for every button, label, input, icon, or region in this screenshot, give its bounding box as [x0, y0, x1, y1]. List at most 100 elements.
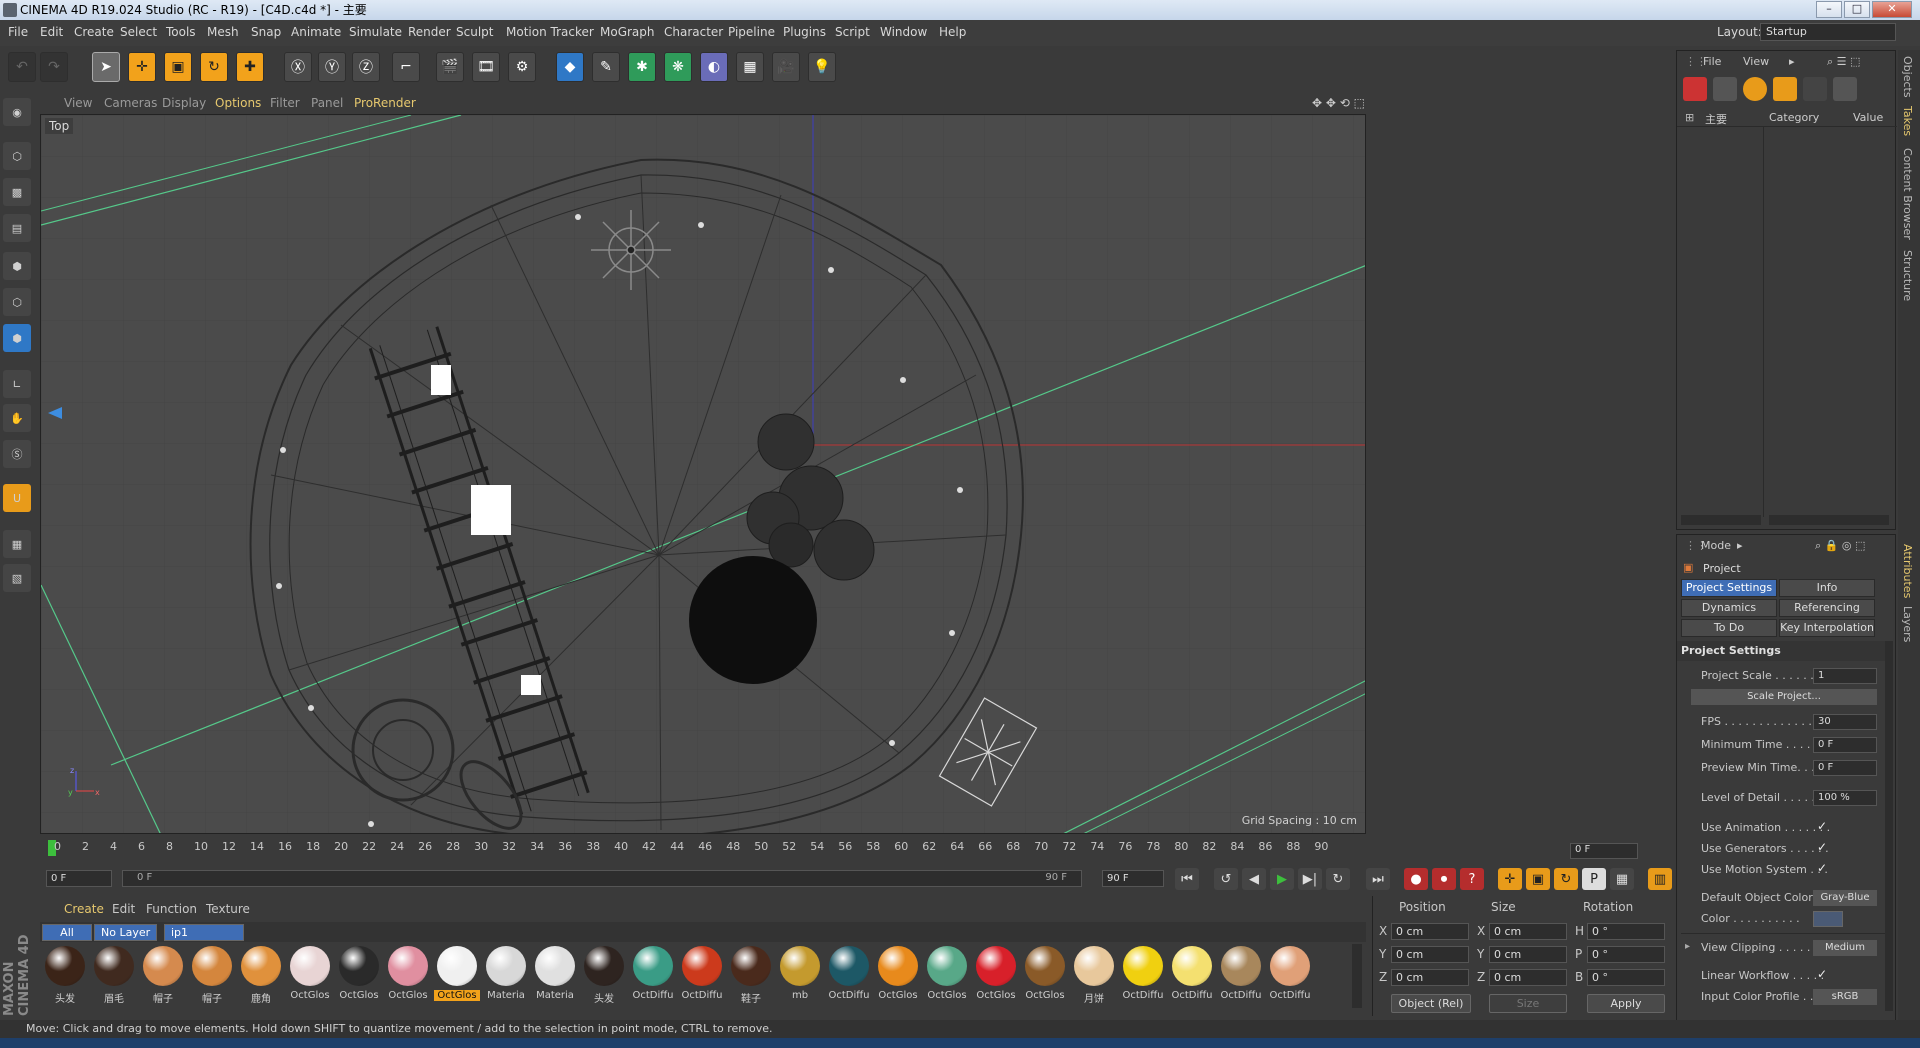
project-scale-field[interactable]: 1 — [1813, 668, 1877, 684]
next-key-icon[interactable]: ↻ — [1326, 868, 1350, 890]
takes-scroll-left[interactable] — [1681, 515, 1761, 525]
pos-z-field[interactable]: 0 cm — [1391, 969, 1469, 986]
go-to-start-icon[interactable]: ⏮ — [1175, 868, 1199, 890]
material-item[interactable]: OctDiffu — [679, 944, 725, 1006]
menu-render[interactable]: Render — [408, 25, 451, 39]
attr-scrollbar[interactable] — [1885, 641, 1893, 1011]
vp-menu-options[interactable]: Options — [215, 96, 261, 110]
material-item[interactable]: 眉毛 — [91, 944, 137, 1006]
take-new-icon[interactable] — [1683, 77, 1707, 101]
tab-referencing[interactable]: Referencing — [1779, 599, 1875, 617]
record-icon[interactable]: ● — [1404, 868, 1428, 890]
use-generators-checkbox[interactable]: ✓ — [1817, 840, 1827, 854]
vp-menu-panel[interactable]: Panel — [311, 96, 343, 110]
takes-main-label[interactable]: 主要 — [1705, 111, 1727, 127]
rotate-icon[interactable]: ↻ — [200, 52, 228, 82]
mat-menu-create[interactable]: Create — [64, 902, 104, 916]
material-item[interactable]: OctGlos — [924, 944, 970, 1006]
material-item[interactable]: OctDiffu — [630, 944, 676, 1006]
live-selection-icon[interactable]: ➤ — [92, 52, 120, 82]
key-position-icon[interactable]: ✛ — [1498, 868, 1522, 890]
material-item[interactable]: OctDiffu — [1267, 944, 1313, 1006]
menu-plugins[interactable]: Plugins — [783, 25, 826, 39]
viewport[interactable]: z y x Top Grid Spacing : 10 cm — [40, 114, 1366, 834]
rot-b-field[interactable]: 0 ° — [1587, 969, 1665, 986]
tab-info[interactable]: Info — [1779, 579, 1875, 597]
y-axis-icon[interactable]: Ⓨ — [318, 52, 346, 82]
take-auto-icon[interactable] — [1743, 77, 1767, 101]
key-scale-icon[interactable]: ▣ — [1526, 868, 1550, 890]
side-tab-takes[interactable]: Takes — [1901, 106, 1914, 136]
key-pla-icon[interactable]: ▦ — [1610, 868, 1634, 890]
material-item[interactable]: OctGlos — [1022, 944, 1068, 1006]
scale-icon[interactable]: ▣ — [164, 52, 192, 82]
mat-tab-all[interactable]: All — [42, 924, 92, 941]
size-x-field[interactable]: 0 cm — [1489, 923, 1567, 940]
z-axis-icon[interactable]: Ⓩ — [352, 52, 380, 82]
material-item[interactable]: OctDiffu — [1218, 944, 1264, 1006]
obj-more-icon[interactable]: ▸ — [1789, 55, 1795, 68]
obj-search-icon[interactable]: ⌕ ☰ ⬚ — [1827, 55, 1860, 69]
range-slider[interactable]: 0 F 90 F — [122, 870, 1082, 887]
menu-motion-tracker[interactable]: Motion Tracker — [506, 25, 594, 39]
model-mode-icon[interactable]: ⬡ — [3, 142, 31, 170]
menu-pipeline[interactable]: Pipeline — [728, 25, 775, 39]
rot-h-field[interactable]: 0 ° — [1587, 923, 1665, 940]
menu-animate[interactable]: Animate — [291, 25, 341, 39]
transform-icon[interactable]: ✚ — [236, 52, 264, 82]
material-item[interactable]: OctGlos — [434, 944, 480, 1006]
material-item[interactable]: OctGlos — [336, 944, 382, 1006]
coordinate-system-icon[interactable]: ⌐ — [392, 52, 420, 82]
side-tab-objects[interactable]: Objects — [1901, 56, 1914, 98]
redo-button[interactable]: ↷ — [40, 52, 68, 82]
tab-dynamics[interactable]: Dynamics — [1681, 599, 1777, 617]
menu-mograph[interactable]: MoGraph — [600, 25, 655, 39]
menu-file[interactable]: File — [8, 25, 28, 39]
cloner-icon[interactable]: ❋ — [664, 52, 692, 82]
menu-create[interactable]: Create — [74, 25, 114, 39]
size-y-field[interactable]: 0 cm — [1489, 946, 1567, 963]
vp-menu-view[interactable]: View — [64, 96, 92, 110]
close-button[interactable]: ✕ — [1872, 1, 1912, 18]
side-tab-content-browser[interactable]: Content Browser — [1901, 148, 1914, 240]
next-frame-icon[interactable]: ▶| — [1298, 868, 1322, 890]
render-view-icon[interactable]: 🎬 — [436, 52, 464, 82]
pos-y-field[interactable]: 0 cm — [1391, 946, 1469, 963]
minimize-button[interactable]: – — [1816, 1, 1842, 18]
keyframe-selection-icon[interactable]: ? — [1460, 868, 1484, 890]
material-item[interactable]: OctDiffu — [1169, 944, 1215, 1006]
tab-to-do[interactable]: To Do — [1681, 619, 1777, 637]
vp-menu-cameras[interactable]: Cameras — [104, 96, 157, 110]
preview-min-time-field[interactable]: 0 F — [1813, 760, 1877, 776]
timeline-ruler[interactable]: 0 2 4 6 8 10 12 14 16 18 20 22 24 26 28 30 32 34 36 38 40 42 4… — [40, 836, 1366, 860]
key-parameter-icon[interactable]: P — [1582, 868, 1606, 890]
view-clipping-expand-icon[interactable]: ▸ — [1685, 941, 1690, 952]
material-scrollbar[interactable] — [1352, 944, 1362, 1008]
attr-nav-icons[interactable]: ⌕ 🔒 ◎ ⬚ — [1815, 539, 1865, 553]
take-override-icon[interactable] — [1713, 77, 1737, 101]
menu-simulate[interactable]: Simulate — [349, 25, 402, 39]
previous-frame-icon[interactable]: ◀ — [1242, 868, 1266, 890]
tweak-icon[interactable]: ✋ — [3, 404, 31, 432]
maximize-button[interactable]: □ — [1844, 1, 1870, 18]
fps-field[interactable]: 30 — [1813, 714, 1877, 730]
menu-edit[interactable]: Edit — [40, 25, 63, 39]
material-item[interactable]: 帽子 — [189, 944, 235, 1006]
points-mode-icon[interactable]: ⬢ — [3, 252, 31, 280]
use-animation-checkbox[interactable]: ✓ — [1817, 819, 1827, 833]
material-item[interactable]: OctDiffu — [1120, 944, 1166, 1006]
camera-icon[interactable]: 🎥 — [772, 52, 800, 82]
material-item[interactable]: 头发 — [581, 944, 627, 1006]
floor-icon[interactable]: ▦ — [736, 52, 764, 82]
side-tab-structure[interactable]: Structure — [1901, 250, 1914, 301]
pos-x-field[interactable]: 0 cm — [1391, 923, 1469, 940]
mat-menu-function[interactable]: Function — [146, 902, 197, 916]
texture-mode-icon[interactable]: ▩ — [3, 178, 31, 206]
mat-menu-edit[interactable]: Edit — [112, 902, 135, 916]
render-settings-icon[interactable]: ⚙ — [508, 52, 536, 82]
viewport-nav-icons[interactable]: ✥ ✥ ⟲ ⬚ — [1312, 96, 1365, 110]
material-item[interactable]: mb — [777, 944, 823, 1006]
material-item[interactable]: 月饼 — [1071, 944, 1117, 1006]
play-icon[interactable]: ▶ — [1270, 868, 1294, 890]
mat-menu-texture[interactable]: Texture — [206, 902, 250, 916]
